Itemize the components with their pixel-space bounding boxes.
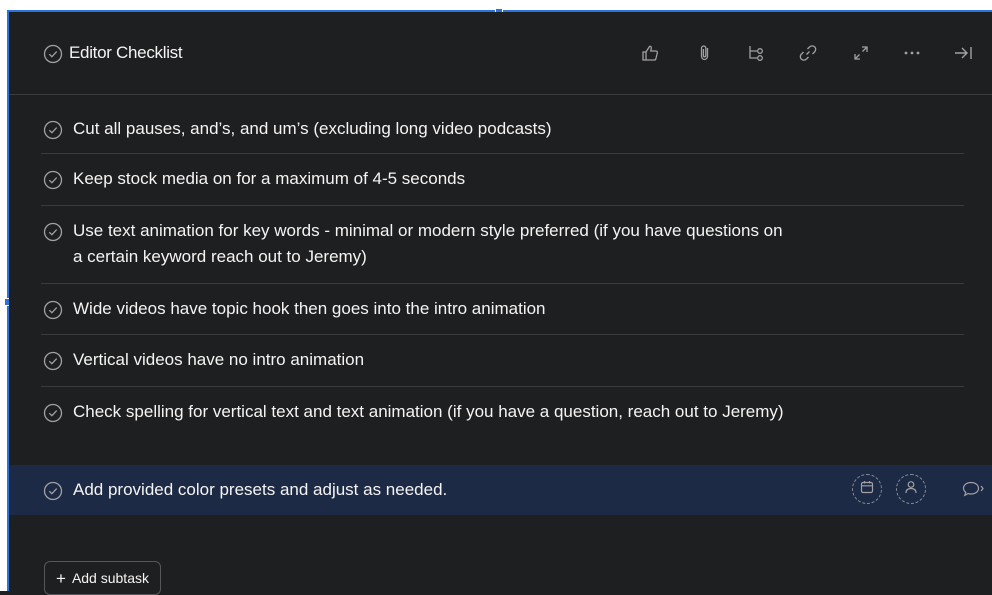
- comment-icon[interactable]: [962, 480, 984, 498]
- subtask-row[interactable]: Vertical videos have no intro animation: [9, 335, 992, 387]
- add-subtask-label: Add subtask: [71, 570, 149, 586]
- thumbs-up-icon[interactable]: [637, 40, 663, 66]
- due-date-button[interactable]: [852, 474, 882, 504]
- add-subtask-button[interactable]: + Add subtask: [44, 561, 161, 595]
- subtask-row[interactable]: Cut all pauses, and’s, and um’s (excludi…: [9, 104, 992, 154]
- subtask-text[interactable]: Add provided color presets and adjust as…: [73, 477, 793, 503]
- close-panel-icon[interactable]: [950, 40, 976, 66]
- subtask-row[interactable]: Keep stock media on for a maximum of 4-5…: [9, 154, 992, 206]
- subtask-text[interactable]: Cut all pauses, and’s, and um’s (excludi…: [73, 116, 793, 142]
- check-circle-icon[interactable]: [43, 300, 63, 325]
- subtask-text[interactable]: Keep stock media on for a maximum of 4-5…: [73, 166, 793, 192]
- assignee-button[interactable]: [896, 474, 926, 504]
- check-circle-icon[interactable]: [43, 120, 63, 145]
- subtask-icon[interactable]: [743, 40, 769, 66]
- subtask-text[interactable]: Use text animation for key words - minim…: [73, 218, 793, 270]
- more-icon[interactable]: [899, 40, 925, 66]
- task-detail-panel: Editor Checklist Cut all pauses, and’s, …: [9, 12, 992, 595]
- check-circle-icon[interactable]: [43, 170, 63, 195]
- subtask-row[interactable]: Wide videos have topic hook then goes in…: [9, 284, 992, 335]
- check-circle-icon[interactable]: [43, 403, 63, 428]
- window-edge-left: [0, 0, 7, 591]
- attachment-icon[interactable]: [692, 40, 718, 66]
- plus-icon: +: [56, 568, 66, 588]
- panel-header: Editor Checklist: [9, 12, 992, 95]
- check-circle-icon[interactable]: [43, 222, 63, 247]
- check-circle-icon[interactable]: [43, 44, 63, 69]
- expand-icon[interactable]: [848, 40, 874, 66]
- subtask-list: Cut all pauses, and’s, and um’s (excludi…: [9, 104, 992, 515]
- task-title[interactable]: Editor Checklist: [69, 43, 183, 63]
- check-circle-icon[interactable]: [43, 351, 63, 376]
- person-icon: [903, 479, 919, 500]
- subtask-text[interactable]: Wide videos have topic hook then goes in…: [73, 296, 793, 322]
- subtask-row[interactable]: Check spelling for vertical text and tex…: [9, 387, 992, 465]
- subtask-text[interactable]: Check spelling for vertical text and tex…: [73, 399, 793, 425]
- subtask-row[interactable]: Use text animation for key words - minim…: [9, 206, 992, 284]
- subtask-text[interactable]: Vertical videos have no intro animation: [73, 347, 793, 373]
- calendar-icon: [859, 479, 875, 500]
- link-icon[interactable]: [795, 40, 821, 66]
- check-circle-icon[interactable]: [43, 481, 63, 506]
- subtask-row-selected[interactable]: Add provided color presets and adjust as…: [9, 465, 992, 515]
- row-actions: [852, 474, 984, 504]
